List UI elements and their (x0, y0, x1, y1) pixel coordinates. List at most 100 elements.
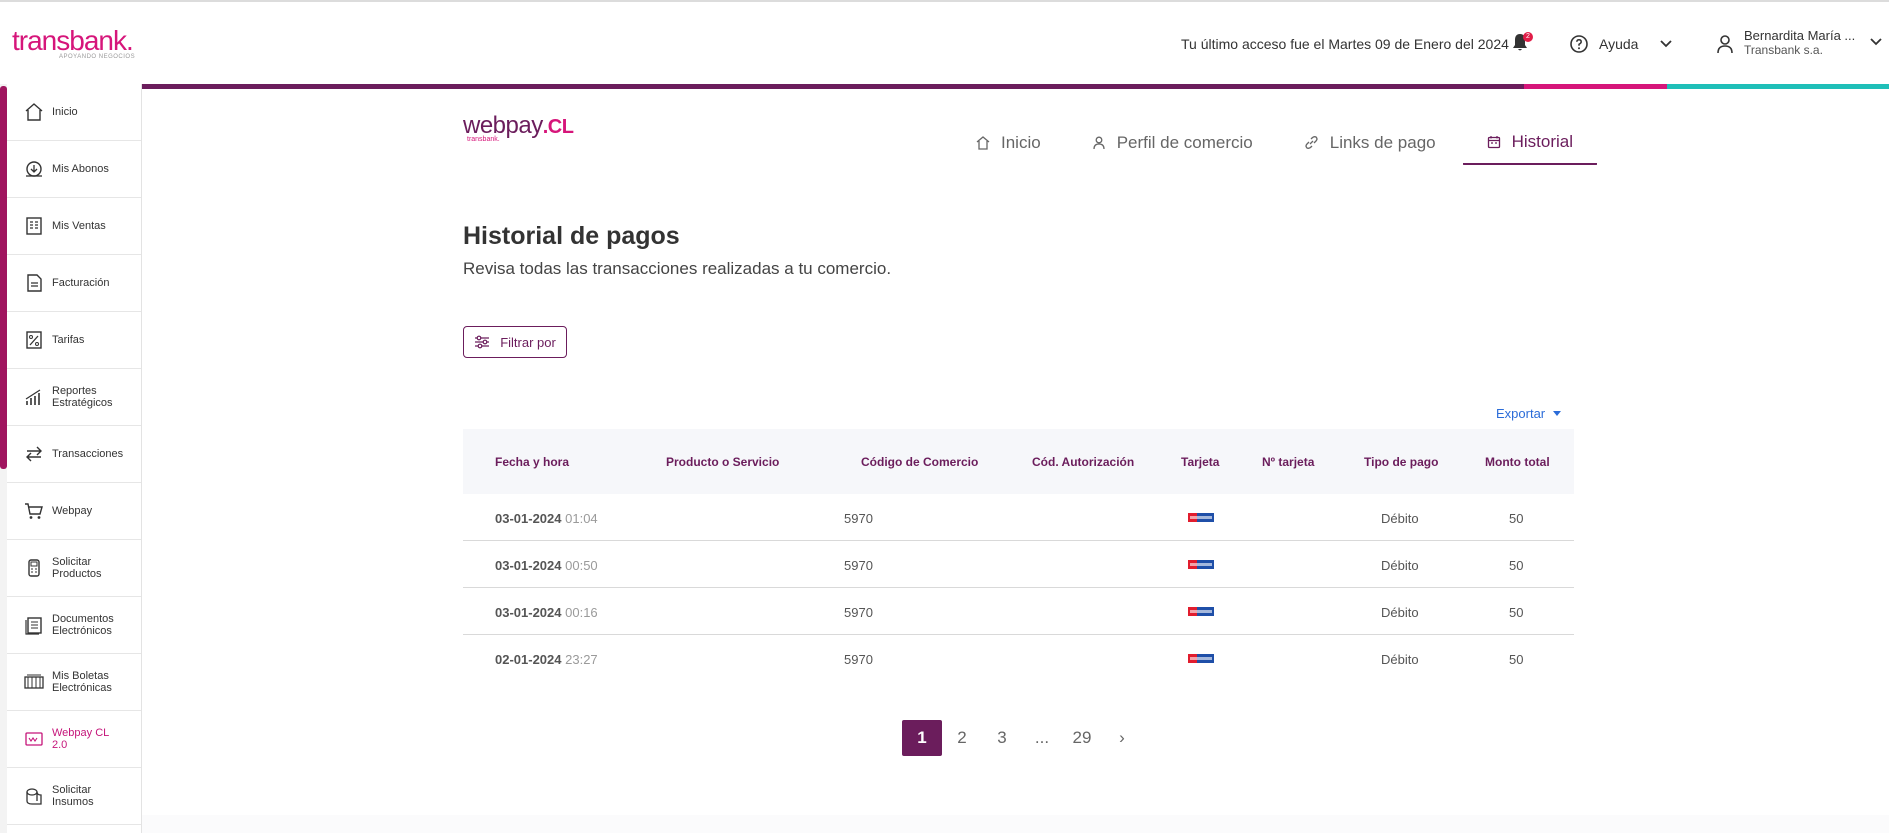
sidebar-item-webpay-cl[interactable]: Webpay CL 2.0 (7, 711, 141, 768)
webpay-icon (25, 732, 43, 746)
row-amount: 50 (1509, 652, 1524, 667)
sidebar-item-label: Webpay CL 2.0 (52, 727, 109, 751)
sliders-icon (475, 335, 490, 349)
tab-label: Inicio (1001, 132, 1041, 152)
invoice-icon (27, 274, 42, 292)
documents-icon (25, 617, 42, 635)
logo-tagline: APOYANDO NEGOCIOS (59, 54, 136, 60)
payments-table: Fecha y hora Producto o Servicio Código … (463, 429, 1574, 682)
tab-label: Perfil de comercio (1116, 132, 1253, 152)
column-header[interactable]: Cód. Autorización (1032, 455, 1134, 469)
sidebar-item-inicio[interactable]: Inicio (7, 84, 141, 141)
column-header[interactable]: Monto total (1485, 455, 1550, 469)
column-header[interactable]: Nº tarjeta (1262, 455, 1314, 469)
sidebar-item-reportes[interactable]: Reportes Estratégicos (7, 369, 141, 426)
pos-terminal-icon (28, 559, 40, 577)
webpay-tabs: Inicio Perfil de comercio Links de pago … (952, 120, 1598, 167)
sidebar-item-webpay[interactable]: Webpay (7, 483, 141, 540)
logo-text: transbank. (12, 25, 134, 56)
sidebar-item-label: Tarifas (52, 334, 85, 346)
home-icon (25, 103, 43, 121)
table-row[interactable]: 03-01-2024 00:50 5970 Débito 50 (463, 541, 1574, 588)
row-date: 03-01-2024 00:16 (495, 605, 598, 620)
row-payment-type: Débito (1381, 511, 1419, 526)
page-button[interactable]: 1 (902, 720, 942, 756)
webpay-logo-sub: transbank. (467, 136, 500, 143)
row-time: 00:50 (565, 558, 598, 573)
user-icon (1717, 35, 1733, 54)
link-icon (1305, 136, 1318, 149)
home-icon (976, 135, 990, 150)
row-payment-type: Débito (1381, 652, 1419, 667)
calendar-icon (1487, 135, 1500, 148)
row-payment-type: Débito (1381, 558, 1419, 573)
page-subtitle: Revisa todas las transacciones realizada… (463, 259, 892, 278)
tab-perfil-comercio[interactable]: Perfil de comercio (1067, 120, 1277, 167)
webpay-logo-suffix: .CL (542, 116, 574, 138)
page-title: Historial de pagos (463, 222, 680, 250)
notifications-button[interactable]: 2 (1511, 32, 1533, 55)
tab-historial[interactable]: Historial (1462, 120, 1598, 167)
filter-label: Filtrar por (500, 334, 556, 350)
next-page-button[interactable]: › (1102, 720, 1142, 756)
sidebar-item-solicitar-insumos[interactable]: Solicitar Insumos (7, 768, 141, 825)
percent-doc-icon (26, 331, 42, 349)
sidebar-item-transacciones[interactable]: Transacciones (7, 426, 141, 483)
page-button[interactable]: 29 (1062, 720, 1102, 756)
sidebar-item-label: Mis Boletas Electrónicas (52, 670, 112, 694)
transfer-icon (26, 446, 42, 462)
tab-label: Links de pago (1329, 132, 1436, 152)
sidebar-item-label: Inicio (52, 106, 78, 118)
row-date: 03-01-2024 01:04 (495, 511, 598, 526)
row-time: 00:16 (565, 605, 598, 620)
page-button[interactable]: 3 (982, 720, 1022, 756)
caret-down-icon (1553, 411, 1562, 416)
transbank-logo[interactable]: transbank. APOYANDO NEGOCIOS (12, 25, 135, 61)
user-menu[interactable]: Bernardita María ... Transbank s.a. (1716, 28, 1855, 58)
row-amount: 50 (1509, 511, 1524, 526)
sidebar-item-mis-abonos[interactable]: Mis Abonos (7, 141, 141, 198)
redcompra-card-icon (1188, 560, 1214, 569)
sidebar-item-boletas[interactable]: Mis Boletas Electrónicas (7, 654, 141, 711)
webpay-logo[interactable]: webpay.CL transbank. (463, 112, 574, 143)
help-menu[interactable]: Ayuda (1569, 34, 1673, 54)
sidebar-item-mis-ventas[interactable]: Mis Ventas (7, 198, 141, 255)
column-header[interactable]: Producto o Servicio (666, 455, 779, 469)
table-row[interactable]: 03-01-2024 01:04 5970 Débito 50 (463, 494, 1574, 541)
sidebar-item-label: Webpay (52, 505, 93, 517)
sidebar-item-facturacion[interactable]: Facturación (7, 255, 141, 312)
page-button[interactable]: 2 (942, 720, 982, 756)
column-header[interactable]: Fecha y hora (495, 455, 569, 469)
export-label: Exportar (1496, 406, 1546, 421)
row-commerce-code: 5970 (844, 605, 873, 620)
chevron-down-icon[interactable] (1870, 38, 1882, 46)
column-header[interactable]: Tarjeta (1181, 455, 1219, 469)
chevron-down-icon (1660, 40, 1673, 48)
sidebar-item-label: Facturación (52, 277, 110, 289)
row-commerce-code: 5970 (844, 511, 873, 526)
person-icon (1093, 136, 1105, 149)
sidebar-item-label: Solicitar Productos (52, 556, 102, 580)
column-header[interactable]: Código de Comercio (861, 455, 978, 469)
table-header: Fecha y hora Producto o Servicio Código … (463, 429, 1574, 494)
filter-button[interactable]: Filtrar por (463, 326, 567, 358)
column-header[interactable]: Tipo de pago (1364, 455, 1438, 469)
tab-links-pago[interactable]: Links de pago (1279, 120, 1460, 167)
table-row[interactable]: 02-01-2024 23:27 5970 Débito 50 (463, 635, 1574, 682)
pagination: 1 2 3 ... 29 › (902, 720, 1142, 756)
row-amount: 50 (1509, 558, 1524, 573)
row-time: 23:27 (565, 652, 598, 667)
last-access-text: Tu último acceso fue el Martes 09 de Ene… (1181, 36, 1509, 52)
export-dropdown[interactable]: Exportar (1496, 406, 1562, 421)
sidebar-item-documentos[interactable]: Documentos Electrónicos (7, 597, 141, 654)
sidebar-item-label: Solicitar Insumos (52, 784, 94, 808)
row-commerce-code: 5970 (844, 652, 873, 667)
row-date: 03-01-2024 00:50 (495, 558, 598, 573)
help-label: Ayuda (1599, 36, 1639, 52)
sidebar-item-solicitar-productos[interactable]: Solicitar Productos (7, 540, 141, 597)
sidebar-item-label: Mis Abonos (52, 163, 109, 175)
sidebar-item-tarifas[interactable]: Tarifas (7, 312, 141, 369)
tab-inicio[interactable]: Inicio (952, 120, 1065, 167)
sidebar-scrollbar[interactable] (0, 86, 7, 469)
table-row[interactable]: 03-01-2024 00:16 5970 Débito 50 (463, 588, 1574, 635)
